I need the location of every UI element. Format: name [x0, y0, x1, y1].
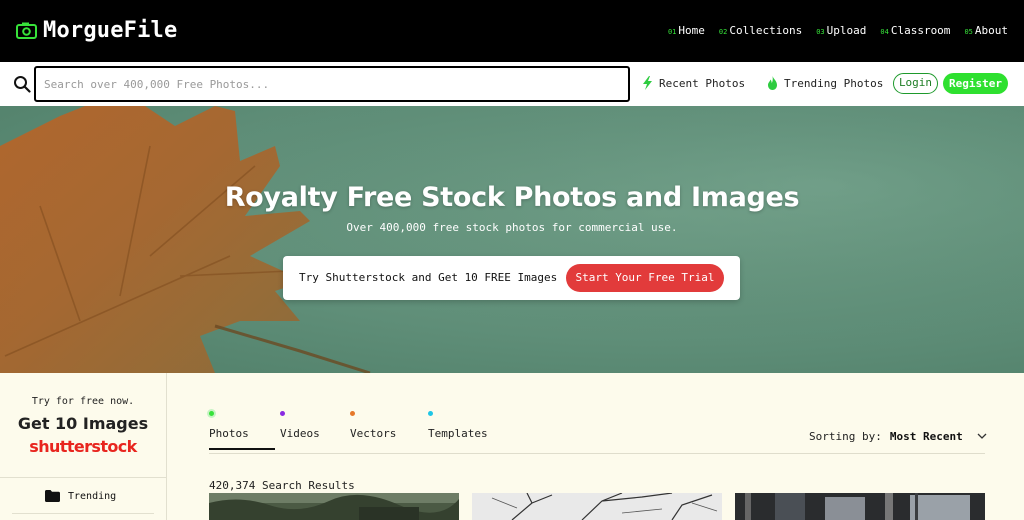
trending-photos-link[interactable]: Trending Photos — [767, 76, 883, 90]
brand-name: MorgueFile — [43, 18, 178, 43]
photo-thumbnail[interactable] — [472, 493, 722, 520]
photo-thumbnail[interactable] — [209, 493, 459, 520]
tab-underline — [209, 448, 275, 450]
tab-label: Photos — [209, 427, 249, 440]
nav-upload[interactable]: 03 Upload — [816, 24, 866, 37]
flame-icon — [768, 76, 777, 90]
search-bar-row: Recent Photos Trending Photos Login Regi… — [0, 62, 1024, 106]
lightning-icon — [643, 76, 652, 90]
photo-thumbnail[interactable] — [735, 493, 985, 520]
folder-icon — [45, 490, 60, 502]
divider — [12, 513, 154, 514]
tabs-divider — [209, 453, 985, 454]
nav-home[interactable]: 01 Home — [668, 24, 705, 37]
ad-headline[interactable]: Get 10 Images — [0, 414, 166, 433]
sidebar-item-trending[interactable]: Trending — [45, 490, 116, 502]
recent-photos-link[interactable]: Recent Photos — [642, 76, 745, 90]
tab-label: Vectors — [350, 427, 397, 440]
login-button[interactable]: Login — [893, 73, 938, 94]
main-content: Photos Videos Vectors Templates Sorting … — [167, 373, 1024, 520]
tab-dot — [428, 411, 433, 416]
tab-dot — [350, 411, 355, 416]
free-trial-button[interactable]: Start Your Free Trial — [566, 264, 724, 292]
promo-text: Try Shutterstock and Get 10 FREE Images — [299, 271, 558, 284]
trending-photos-label: Trending Photos — [784, 76, 884, 90]
logo[interactable]: MorgueFile — [16, 18, 177, 43]
top-bar: MorgueFile 01 Home 02 Collections 03 Upl… — [0, 0, 1024, 62]
nav-label: Upload — [826, 24, 867, 37]
shutterstock-logo[interactable]: shutterstock — [0, 437, 166, 456]
hero-title: Royalty Free Stock Photos and Images — [224, 182, 800, 213]
nav-number: 02 — [718, 28, 728, 36]
sidebar: Try for free now. Get 10 Images shutters… — [0, 373, 167, 520]
sort-label: Sorting by: — [809, 430, 882, 443]
hero-subtitle: Over 400,000 free stock photos for comme… — [346, 221, 678, 234]
nav-number: 05 — [964, 28, 973, 36]
nav-number: 01 — [667, 28, 677, 36]
nav-about[interactable]: 05 About — [964, 24, 1008, 37]
sidebar-item-label: Trending — [68, 490, 117, 502]
nav-label: Classroom — [890, 24, 951, 37]
camera-icon — [16, 22, 37, 39]
sort-dropdown[interactable]: Sorting by: Most Recent — [809, 430, 987, 443]
top-nav: 01 Home 02 Collections 03 Upload 04 Clas… — [668, 24, 1008, 37]
ad-try-text[interactable]: Try for free now. — [0, 396, 166, 407]
nav-label: Collections — [729, 24, 803, 37]
tab-label: Templates — [428, 427, 488, 440]
results-count: 420,374 Search Results — [209, 479, 355, 492]
nav-label: Home — [678, 24, 705, 37]
hero-banner: Royalty Free Stock Photos and Images Ove… — [0, 106, 1024, 373]
recent-photos-label: Recent Photos — [659, 76, 746, 90]
nav-classroom[interactable]: 04 Classroom — [880, 24, 950, 37]
nav-label: About — [974, 24, 1008, 37]
search-input[interactable] — [34, 66, 630, 102]
chevron-down-icon — [977, 433, 987, 439]
promo-card: Try Shutterstock and Get 10 FREE Images … — [283, 256, 740, 300]
sort-value: Most Recent — [889, 430, 963, 443]
register-button[interactable]: Register — [943, 73, 1008, 94]
divider — [0, 477, 166, 478]
tab-dot — [209, 411, 214, 416]
nav-number: 04 — [880, 28, 889, 36]
tab-label: Videos — [280, 427, 320, 440]
tab-dot — [280, 411, 285, 416]
maple-leaf-image — [0, 106, 1024, 373]
nav-collections[interactable]: 02 Collections — [719, 24, 802, 37]
search-icon[interactable] — [13, 75, 31, 93]
nav-number: 03 — [816, 28, 825, 36]
